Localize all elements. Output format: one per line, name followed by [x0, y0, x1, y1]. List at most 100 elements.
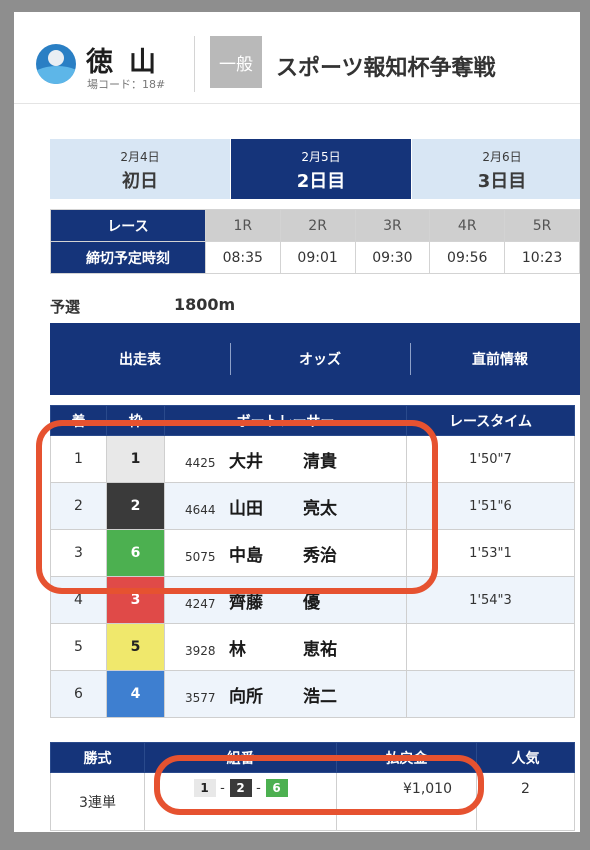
popularity-header: 人気: [476, 742, 575, 773]
racer-given-name[interactable]: 亮太: [303, 494, 337, 519]
racer-given-name[interactable]: 恵祐: [303, 635, 337, 660]
race-time: 1'50"7: [406, 435, 575, 483]
racer-surname[interactable]: 大井: [229, 447, 303, 472]
race-time: 1'53"1: [406, 529, 575, 577]
combo-frame-2: 2: [229, 779, 252, 797]
payout-row: 3連単 1-2-6 ¥1,010 2: [50, 772, 575, 831]
rank: 3: [50, 529, 107, 577]
deadline-time: 09:30: [354, 241, 431, 274]
race-link-2r[interactable]: 2R: [279, 209, 356, 242]
deadline-time: 08:35: [204, 241, 281, 274]
tokuyama-logo-icon: [36, 44, 76, 84]
deadline-row: 締切予定時刻 08:35 09:01 09:30 09:56 10:23: [50, 241, 580, 274]
day-tab-date: 2月6日: [482, 150, 522, 164]
combo-frame-3: 6: [265, 779, 288, 797]
rank: 4: [50, 576, 107, 624]
result-row: 1 1 4425 大井 清貴 1'50"7: [50, 435, 575, 483]
payout-amount: ¥1,010: [336, 772, 477, 831]
race-time: [406, 670, 575, 718]
amount-header: 払戻金: [336, 742, 477, 773]
race-link-5r[interactable]: 5R: [504, 209, 580, 242]
deadline-time: 10:23: [504, 241, 580, 274]
race-header-cell: レース: [50, 209, 206, 242]
racer-cell: 3928 林恵祐: [164, 623, 407, 671]
racer-cell: 4644 山田 亮太: [164, 482, 407, 530]
day-tab-2[interactable]: 2月5日 2日目: [231, 139, 411, 199]
result-row: 4 3 4247 齊藤優 1'54"3: [50, 576, 575, 624]
race-type: 予選: [50, 298, 81, 316]
grade-badge: 一般: [210, 36, 262, 88]
nav-odds[interactable]: オッズ: [230, 323, 410, 395]
venue-code: 場コード：18#: [87, 78, 166, 91]
frame-header: 枠: [106, 405, 165, 436]
nav-entry-list[interactable]: 出走表: [50, 323, 230, 395]
racer-reg-number: 3928: [185, 643, 216, 658]
racer-reg-number: 3577: [185, 690, 216, 705]
bet-type: 3連単: [50, 772, 145, 831]
frame-number: 3: [106, 576, 165, 624]
rank: 6: [50, 670, 107, 718]
combo-dash: -: [220, 780, 225, 796]
day-tab-date: 2月5日: [301, 150, 341, 164]
rank-header: 着: [50, 405, 107, 436]
race-distance: 1800m: [174, 295, 236, 314]
race-link-3r[interactable]: 3R: [354, 209, 431, 242]
result-row: 2 2 4644 山田 亮太 1'51"6: [50, 482, 575, 530]
racer-surname[interactable]: 齊藤: [229, 588, 303, 613]
combination-cell: 1-2-6: [144, 772, 337, 831]
deadline-time: 09:01: [279, 241, 356, 274]
race-time-header: レースタイム: [406, 405, 575, 436]
nav-pre-race-info[interactable]: 直前情報: [410, 323, 580, 395]
racer-surname[interactable]: 山田: [229, 494, 303, 519]
frame-number: 6: [106, 529, 165, 577]
racer-reg-number: 4644: [185, 502, 216, 517]
rank: 2: [50, 482, 107, 530]
race-time: [406, 623, 575, 671]
race-results-table: 着 枠 ボートレーサー レースタイム 1 1 4425 大井 清貴 1'50"7 2…: [50, 405, 575, 718]
popularity: 2: [476, 772, 575, 831]
race-number-row: レース 1R 2R 3R 4R 5R: [50, 209, 580, 242]
racer-header: ボートレーサー: [164, 405, 407, 436]
day-tab-3[interactable]: 2月6日 3日目: [412, 139, 580, 199]
header-divider: [194, 36, 195, 92]
racer-given-name[interactable]: 浩二: [303, 682, 337, 707]
racer-cell: 5075 中島 秀治: [164, 529, 407, 577]
result-row: 3 6 5075 中島 秀治 1'53"1: [50, 529, 575, 577]
racer-cell: 3577 向所 浩二: [164, 670, 407, 718]
bet-type-header: 勝式: [50, 742, 145, 773]
frame-number: 2: [106, 482, 165, 530]
result-row: 5 5 3928 林恵祐: [50, 623, 575, 671]
day-tab-date: 2月4日: [120, 150, 160, 164]
race-link-4r[interactable]: 4R: [429, 209, 506, 242]
day-tab-1[interactable]: 2月4日 初日: [50, 139, 230, 199]
combination-header: 組番: [144, 742, 337, 773]
frame-number: 1: [106, 435, 165, 483]
racer-reg-number: 4247: [185, 596, 216, 611]
race-nav-bar: 出走表 オッズ 直前情報: [50, 323, 580, 395]
frame-number: 5: [106, 623, 165, 671]
racer-surname[interactable]: 林: [229, 635, 303, 660]
page: 徳山 場コード：18# 一般 スポーツ報知杯争奪戦 2月4日 初日 2月5日 2…: [14, 12, 580, 832]
result-row: 6 4 3577 向所 浩二: [50, 670, 575, 718]
racer-given-name[interactable]: 清貴: [303, 447, 337, 472]
day-tab-label: 2日目: [296, 171, 346, 192]
rank: 5: [50, 623, 107, 671]
frame-number: 4: [106, 670, 165, 718]
racer-surname[interactable]: 向所: [229, 682, 303, 707]
racer-reg-number: 4425: [185, 455, 216, 470]
race-link-1r[interactable]: 1R: [204, 209, 281, 242]
day-tab-label: 3日目: [477, 171, 527, 192]
day-tabs: 2月4日 初日 2月5日 2日目 2月6日 3日目: [50, 139, 580, 199]
deadline-header-cell: 締切予定時刻: [50, 241, 206, 274]
racer-given-name[interactable]: 秀治: [303, 541, 337, 566]
racer-surname[interactable]: 中島: [229, 541, 303, 566]
results-header-row: 着 枠 ボートレーサー レースタイム: [50, 405, 575, 436]
race-title: スポーツ報知杯争奪戦: [276, 56, 496, 81]
venue-header: 徳山 場コード：18# 一般 スポーツ報知杯争奪戦: [14, 12, 580, 104]
racer-given-name[interactable]: 優: [303, 588, 320, 613]
racer-cell: 4425 大井 清貴: [164, 435, 407, 483]
payout-header-row: 勝式 組番 払戻金 人気: [50, 742, 575, 773]
racer-reg-number: 5075: [185, 549, 216, 564]
race-schedule-table: レース 1R 2R 3R 4R 5R 締切予定時刻 08:35 09:01 09…: [50, 209, 580, 274]
day-tab-label: 初日: [122, 171, 158, 192]
